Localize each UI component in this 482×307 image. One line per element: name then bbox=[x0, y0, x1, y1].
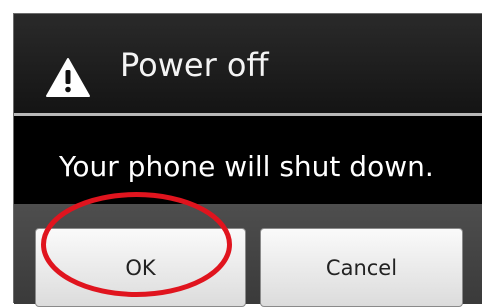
dialog-title: Power off bbox=[120, 46, 269, 84]
screen: Power off Your phone will shut down. OK … bbox=[0, 0, 482, 307]
dialog-message: Your phone will shut down. bbox=[59, 150, 434, 183]
dialog-title-bar: Power off bbox=[14, 14, 482, 113]
dialog-button-bar: OK Cancel bbox=[14, 204, 482, 307]
cancel-button-label: Cancel bbox=[325, 255, 398, 280]
ok-button-label: OK bbox=[125, 255, 156, 280]
warning-icon bbox=[46, 58, 90, 97]
ok-button[interactable]: OK bbox=[35, 228, 246, 307]
power-off-dialog: Power off Your phone will shut down. OK … bbox=[13, 13, 482, 307]
cancel-button[interactable]: Cancel bbox=[260, 228, 463, 307]
dialog-message-area: Your phone will shut down. bbox=[14, 116, 482, 204]
